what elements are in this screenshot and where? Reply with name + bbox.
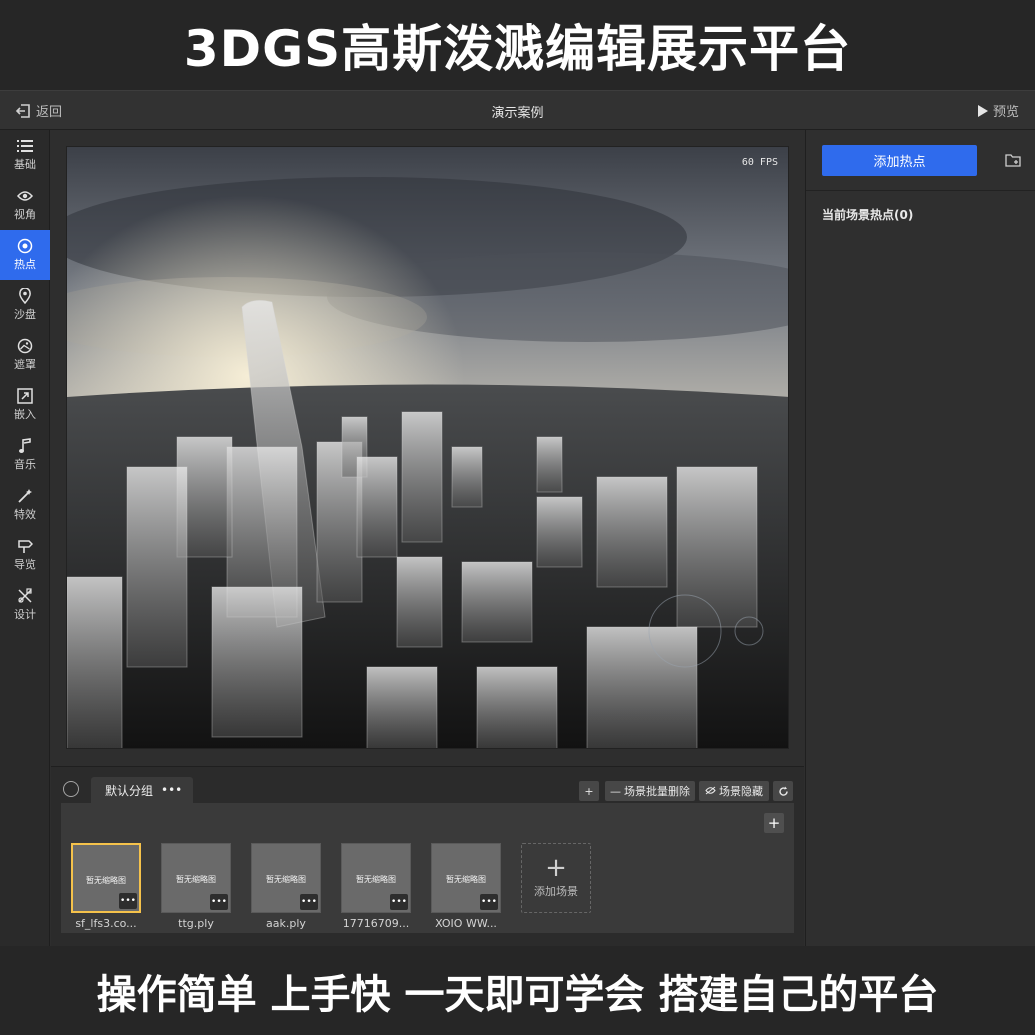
- plus-icon: +: [545, 853, 567, 883]
- 3d-viewport[interactable]: 60 FPS: [66, 146, 789, 749]
- embed-icon: [17, 388, 33, 404]
- scene-name: sf_lfs3.co...: [75, 917, 137, 930]
- app-window: 返回 演示案例 预览 基础 视角 热点 沙盘 遮罩 嵌入 音乐 特效 导览 设计…: [0, 90, 1035, 946]
- sidebar-item-label: 沙盘: [14, 308, 36, 321]
- minus-icon: —: [610, 784, 621, 798]
- refresh-icon: [778, 786, 788, 796]
- wand-icon: [17, 488, 33, 504]
- scene-name: ttg.ply: [178, 917, 214, 930]
- sidebar-item-label: 设计: [14, 608, 36, 621]
- add-scene-button[interactable]: + 添加场景: [521, 843, 591, 913]
- play-icon: [977, 104, 988, 117]
- no-thumbnail-label: 暂无缩略图: [446, 875, 486, 884]
- music-icon: [17, 438, 33, 454]
- right-panel: 添加热点 当前场景热点(0): [805, 130, 1035, 946]
- sidebar-item-mask[interactable]: 遮罩: [0, 330, 50, 380]
- pin-icon: [17, 288, 33, 304]
- top-bar: 返回 演示案例 预览: [0, 90, 1035, 130]
- batch-delete-button[interactable]: — 场景批量删除: [605, 781, 695, 801]
- hotspot-count: 当前场景热点(0): [822, 208, 914, 222]
- preview-button[interactable]: 预览: [977, 101, 1019, 120]
- banner-slogan: 操作简单 上手快 一天即可学会 搭建自己的平台: [96, 971, 939, 1018]
- signpost-icon: [17, 538, 33, 554]
- sidebar-item-music[interactable]: 音乐: [0, 430, 50, 480]
- more-icon[interactable]: •••: [480, 894, 498, 910]
- add-hotspot-button[interactable]: 添加热点: [822, 145, 977, 176]
- no-thumbnail-label: 暂无缩略图: [176, 875, 216, 884]
- no-thumbnail-label: 暂无缩略图: [356, 875, 396, 884]
- batch-delete-label: 场景批量删除: [624, 785, 690, 798]
- hide-scene-button[interactable]: 场景隐藏: [699, 781, 769, 801]
- no-thumbnail-label: 暂无缩略图: [86, 876, 126, 885]
- scene-panel: 默认分组 ••• + — 场景批量删除 场景隐藏 + 暂无缩略图 ••• sf_…: [51, 766, 804, 946]
- eye-off-icon: [705, 785, 716, 798]
- scene-card[interactable]: 暂无缩略图 •••: [161, 843, 231, 913]
- sidebar-item-label: 特效: [14, 508, 36, 521]
- scene-card[interactable]: 暂无缩略图 •••: [431, 843, 501, 913]
- sidebar-item-label: 视角: [14, 208, 36, 221]
- target-icon: [17, 238, 33, 254]
- scene-toolbar: 默认分组 ••• + — 场景批量删除 场景隐藏: [51, 767, 804, 803]
- divider: [806, 190, 1035, 191]
- more-icon[interactable]: •••: [390, 894, 408, 910]
- sidebar-item-label: 音乐: [14, 458, 36, 471]
- sidebar-item-effects[interactable]: 特效: [0, 480, 50, 530]
- scene-list: + 暂无缩略图 ••• sf_lfs3.co... 暂无缩略图 ••• ttg.…: [61, 803, 794, 933]
- folder-add-icon[interactable]: [1005, 152, 1021, 168]
- sidebar-item-label: 热点: [14, 258, 36, 271]
- list-icon: [17, 138, 33, 154]
- main-area: 60 FPS: [51, 130, 804, 766]
- scene-card[interactable]: 暂无缩略图 •••: [251, 843, 321, 913]
- sidebar-item-label: 基础: [14, 158, 36, 171]
- tab-default-group[interactable]: 默认分组 •••: [91, 777, 193, 803]
- sidebar-item-embed[interactable]: 嵌入: [0, 380, 50, 430]
- sidebar-item-design[interactable]: 设计: [0, 580, 50, 630]
- city-scene-image: [67, 147, 788, 748]
- bottom-banner: 操作简单 上手快 一天即可学会 搭建自己的平台: [0, 946, 1035, 1035]
- image-icon: [17, 338, 33, 354]
- fps-counter: 60 FPS: [741, 157, 778, 168]
- sidebar-item-label: 导览: [14, 558, 36, 571]
- scene-card[interactable]: 暂无缩略图 •••: [341, 843, 411, 913]
- refresh-button[interactable]: [773, 781, 793, 801]
- no-thumbnail-label: 暂无缩略图: [266, 875, 306, 884]
- scene-card[interactable]: 暂无缩略图 •••: [71, 843, 141, 913]
- scene-name: 17716709...: [342, 917, 410, 930]
- preview-label: 预览: [992, 105, 1019, 120]
- scene-name: aak.ply: [266, 917, 306, 930]
- scene-name: XOIO WW...: [435, 917, 497, 930]
- sidebar-item-view[interactable]: 视角: [0, 180, 50, 230]
- sidebar-item-label: 遮罩: [14, 358, 36, 371]
- more-icon[interactable]: •••: [300, 894, 318, 910]
- add-scene-label: 添加场景: [534, 885, 578, 898]
- group-toggle-icon[interactable]: [63, 781, 79, 797]
- group-tab-label: 默认分组: [105, 783, 154, 798]
- add-group-button[interactable]: +: [579, 781, 599, 801]
- more-icon[interactable]: •••: [161, 783, 182, 797]
- sidebar: 基础 视角 热点 沙盘 遮罩 嵌入 音乐 特效 导览 设计: [0, 130, 50, 946]
- sidebar-item-label: 嵌入: [14, 408, 36, 421]
- design-icon: [17, 588, 33, 604]
- sidebar-item-guide[interactable]: 导览: [0, 530, 50, 580]
- eye-icon: [17, 188, 33, 204]
- sidebar-item-hotspot[interactable]: 热点: [0, 230, 50, 280]
- page-title: 演示案例: [491, 106, 544, 121]
- top-banner: 3DGS高斯泼溅编辑展示平台: [0, 0, 1035, 90]
- more-icon[interactable]: •••: [119, 893, 137, 909]
- sidebar-item-sandtable[interactable]: 沙盘: [0, 280, 50, 330]
- banner-title: 3DGS高斯泼溅编辑展示平台: [183, 20, 852, 78]
- more-icon[interactable]: •••: [210, 894, 228, 910]
- hide-scene-label: 场景隐藏: [719, 785, 763, 798]
- sidebar-item-basic[interactable]: 基础: [0, 130, 50, 180]
- add-scene-small-button[interactable]: +: [764, 813, 784, 833]
